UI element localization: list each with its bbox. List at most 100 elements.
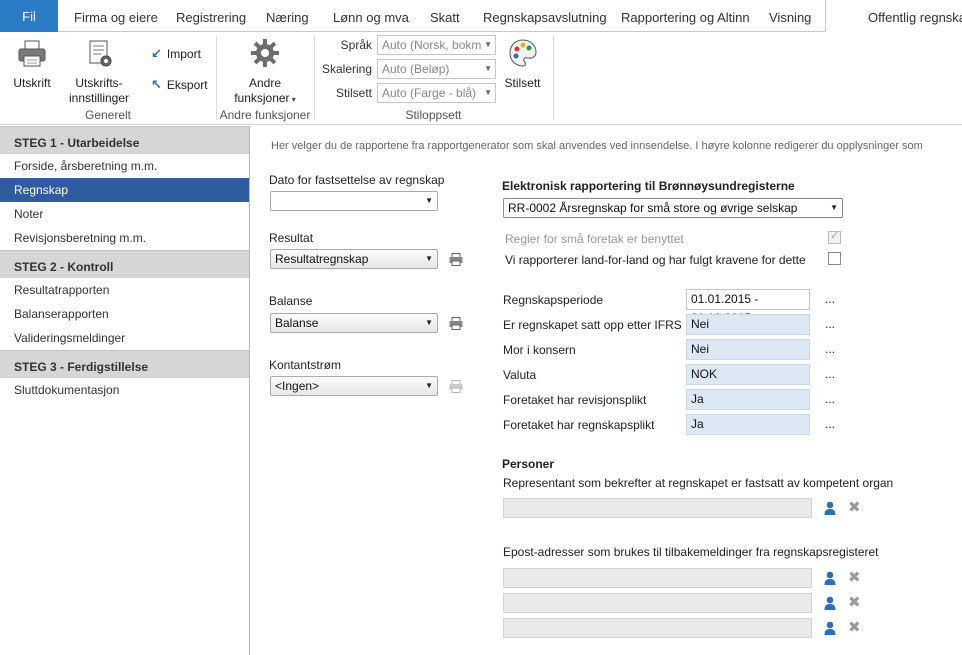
- other-functions-label-2: funksjoner: [234, 91, 290, 105]
- cashflow-label: Kontantstrøm: [269, 358, 342, 372]
- print-label: Utskrift: [13, 76, 51, 90]
- currency-more-button[interactable]: ...: [825, 367, 835, 381]
- export-button[interactable]: ↖ Eksport: [151, 77, 208, 93]
- chevron-down-icon: ▼: [484, 64, 492, 73]
- step-3-header: STEG 3 - Ferdigstillelse: [0, 350, 249, 378]
- cashflow-select[interactable]: <Ingen> ▼: [270, 376, 438, 396]
- tab-offentlig-regnskap[interactable]: Offentlig regnskap: [825, 0, 962, 33]
- audit-more-button[interactable]: ...: [825, 392, 835, 406]
- print-settings-label-2: innstillinger: [68, 91, 130, 105]
- country-checkbox[interactable]: [828, 252, 841, 265]
- palette-icon: [500, 38, 545, 72]
- person-icon[interactable]: [824, 571, 836, 585]
- style-button[interactable]: Stilsett: [500, 38, 545, 91]
- file-tab[interactable]: Fil: [0, 0, 58, 32]
- accounting-label: Foretaket har regnskapsplikt: [503, 418, 655, 432]
- date-select[interactable]: ▼: [270, 191, 438, 211]
- remove-icon[interactable]: ✖: [848, 570, 861, 585]
- parent-more-button[interactable]: ...: [825, 342, 835, 356]
- tab-skatt[interactable]: Skatt: [430, 0, 460, 32]
- chevron-down-icon: ▼: [484, 40, 492, 49]
- accounting-more-button[interactable]: ...: [825, 417, 835, 431]
- sidebar-item-resultatrapporten[interactable]: Resultatrapporten: [0, 278, 249, 302]
- import-icon: ↙: [151, 46, 162, 61]
- persons-heading: Personer: [502, 457, 555, 471]
- ifrs-more-button[interactable]: ...: [825, 317, 835, 331]
- sidebar-item-sluttdokumentasjon[interactable]: Sluttdokumentasjon: [0, 378, 249, 402]
- group-label-other: Andre funksjoner: [219, 108, 311, 122]
- other-functions-button[interactable]: Andre funksjoner ▾: [224, 38, 306, 107]
- email-field-2[interactable]: [503, 593, 812, 613]
- email-field-1[interactable]: [503, 568, 812, 588]
- period-more-button[interactable]: ...: [825, 292, 835, 306]
- print-settings-label-1: Utskrifts-: [75, 76, 123, 90]
- remove-icon[interactable]: ✖: [848, 620, 861, 635]
- export-icon: ↖: [151, 77, 162, 92]
- person-icon[interactable]: [824, 501, 836, 515]
- scaling-select[interactable]: Auto (Beløp) ▼: [377, 59, 496, 79]
- balance-label: Balanse: [269, 294, 313, 308]
- balance-select[interactable]: Balanse ▼: [270, 313, 438, 333]
- electronic-heading: Elektronisk rapportering til Brønnøysund…: [502, 179, 795, 193]
- print-result-icon[interactable]: [449, 253, 463, 266]
- printer-icon: [8, 40, 56, 72]
- step-1-header: STEG 1 - Utarbeidelse: [0, 126, 249, 154]
- result-value: Resultatregnskap: [275, 252, 369, 266]
- print-balance-icon[interactable]: [449, 317, 463, 330]
- tab-visning[interactable]: Visning: [769, 0, 811, 32]
- ifrs-value[interactable]: Nei: [686, 314, 810, 335]
- tab-naering[interactable]: Næring: [266, 0, 309, 32]
- language-label: Språk: [340, 38, 372, 52]
- main-content: Her velger du de rapportene fra rapportg…: [251, 126, 962, 655]
- tab-lonn-og-mva[interactable]: Lønn og mva: [333, 0, 409, 32]
- representative-field[interactable]: [503, 498, 812, 518]
- balance-value: Balanse: [275, 316, 319, 330]
- chevron-down-icon: ▾: [289, 95, 296, 104]
- style-select[interactable]: Auto (Farge - blå) ▼: [377, 83, 496, 103]
- style-label: Stilsett: [335, 86, 372, 100]
- print-cashflow-icon: [449, 380, 463, 393]
- result-select[interactable]: Resultatregnskap ▼: [270, 249, 438, 269]
- chevron-down-icon: ▼: [484, 88, 492, 97]
- tab-regnskapsavslutning[interactable]: Regnskapsavslutning: [483, 0, 607, 32]
- person-icon[interactable]: [824, 621, 836, 635]
- form-select[interactable]: RR-0002 Årsregnskap for små store og øvr…: [503, 198, 843, 218]
- date-label: Dato for fastsettelse av regnskap: [269, 173, 445, 187]
- parent-value[interactable]: Nei: [686, 339, 810, 360]
- remove-icon[interactable]: ✖: [848, 500, 861, 515]
- tab-rapportering-og-altinn[interactable]: Rapportering og Altinn: [621, 0, 750, 32]
- representative-label: Representant som bekrefter at regnskapet…: [503, 476, 894, 490]
- person-icon[interactable]: [824, 596, 836, 610]
- gear-icon: [224, 38, 306, 72]
- audit-value[interactable]: Ja: [686, 389, 810, 410]
- small-rules-label: Regler for små foretak er benyttet: [505, 232, 684, 246]
- step-2-header: STEG 2 - Kontroll: [0, 250, 249, 278]
- sidebar-item-revisjonsberetning[interactable]: Revisjonsberetning m.m.: [0, 226, 249, 250]
- currency-label: Valuta: [503, 368, 537, 382]
- tab-firma-og-eiere[interactable]: Firma og eiere: [74, 0, 158, 32]
- sidebar-item-forside[interactable]: Forside, årsberetning m.m.: [0, 154, 249, 178]
- other-functions-label-1: Andre: [248, 76, 282, 90]
- accounting-value[interactable]: Ja: [686, 414, 810, 435]
- chevron-down-icon: ▼: [425, 196, 433, 205]
- import-button[interactable]: ↙ Import: [151, 46, 201, 62]
- menu-bar: Fil Firma og eiere Registrering Næring L…: [0, 0, 962, 33]
- print-button[interactable]: Utskrift: [8, 40, 56, 91]
- sidebar-item-regnskap[interactable]: Regnskap: [0, 178, 249, 202]
- sidebar-item-valideringsmeldinger[interactable]: Valideringsmeldinger: [0, 326, 249, 350]
- language-value: Auto (Norsk, bokm: [382, 38, 482, 52]
- email-field-3[interactable]: [503, 618, 812, 638]
- parent-label: Mor i konsern: [503, 343, 576, 357]
- tab-registrering[interactable]: Registrering: [176, 0, 246, 32]
- sidebar-item-balanserapporten[interactable]: Balanserapporten: [0, 302, 249, 326]
- period-value[interactable]: 01.01.2015 - 31.12.2015: [686, 289, 810, 325]
- export-label: Eksport: [166, 78, 208, 92]
- remove-icon[interactable]: ✖: [848, 595, 861, 610]
- email-label: Epost-adresser som brukes til tilbakemel…: [503, 545, 879, 559]
- currency-value[interactable]: NOK: [686, 364, 810, 385]
- print-settings-button[interactable]: Utskrifts- innstillinger: [64, 40, 134, 106]
- group-label-general: Generelt: [84, 108, 132, 122]
- language-select[interactable]: Auto (Norsk, bokm ▼: [377, 35, 496, 55]
- sidebar-item-noter[interactable]: Noter: [0, 202, 249, 226]
- ribbon-separator: [553, 36, 554, 120]
